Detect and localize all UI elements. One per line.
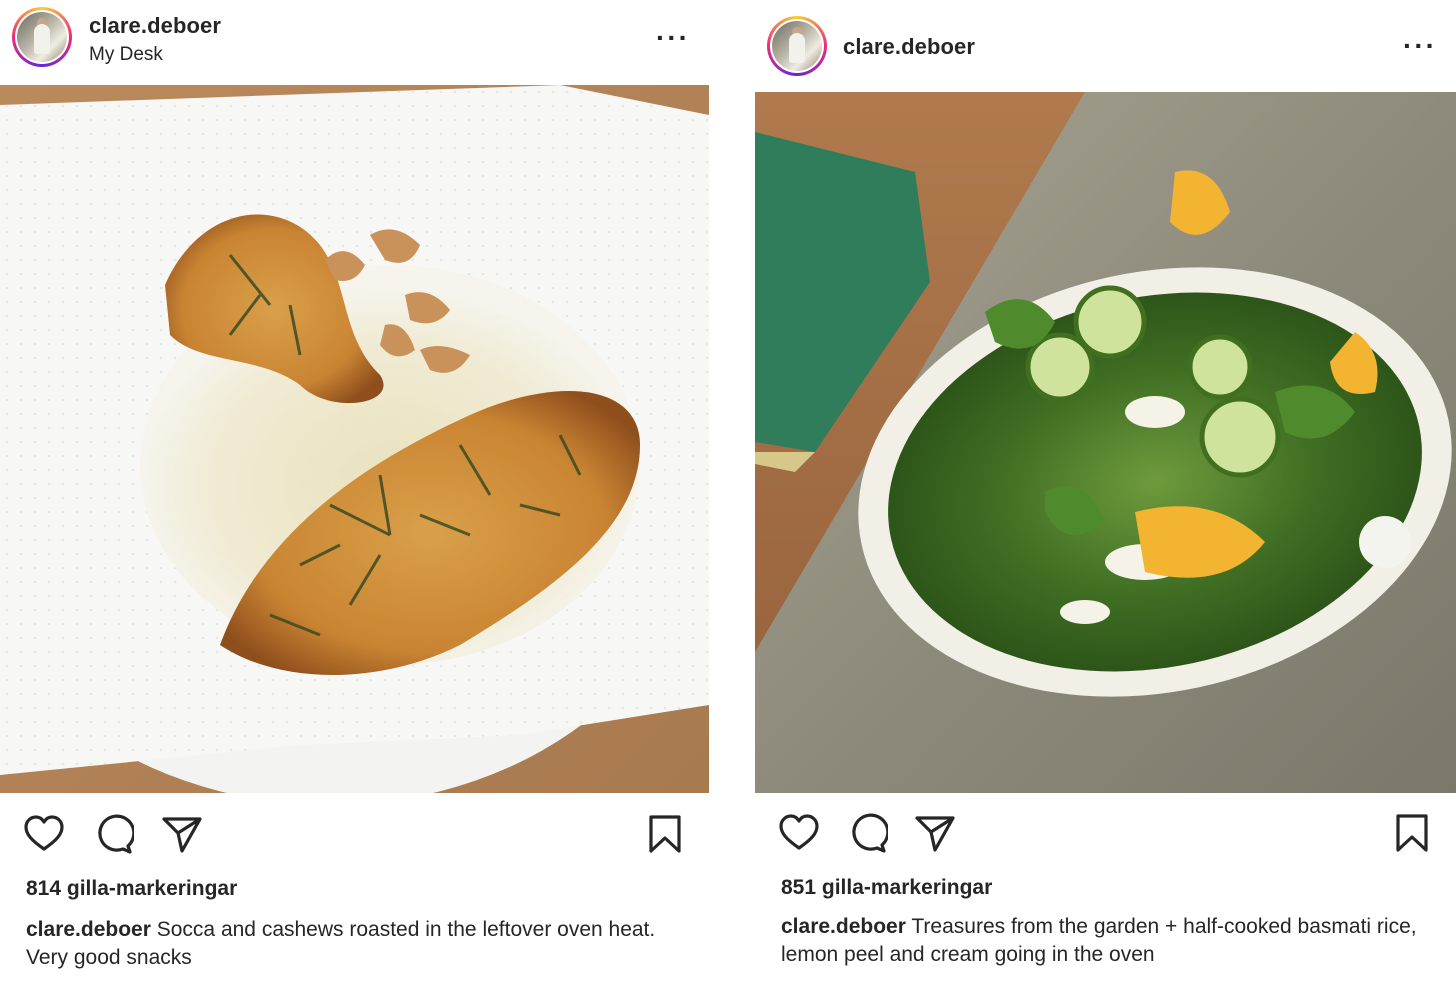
bookmark-icon[interactable] [1391,812,1433,854]
caption-username[interactable]: clare.deboer [781,915,906,938]
share-icon[interactable] [914,812,956,854]
post-username[interactable]: clare.deboer [89,13,221,39]
garden-salad-photo[interactable] [755,92,1456,793]
more-options-icon[interactable]: ··· [1403,32,1437,60]
post-caption: clare.deboer Socca and cashews roasted i… [26,916,676,972]
avatar-image [17,12,67,62]
post-username[interactable]: clare.deboer [843,34,975,60]
post-caption: clare.deboer Treasures from the garden +… [781,913,1421,969]
post-card: clare.deboer My Desk ··· 814 gilla-marke… [0,0,710,983]
comment-icon[interactable] [846,812,888,854]
like-count[interactable]: 851 gilla-markeringar [781,876,992,900]
share-icon[interactable] [161,813,203,855]
post-location[interactable]: My Desk [89,44,163,66]
like-count[interactable]: 814 gilla-markeringar [26,877,237,901]
avatar[interactable] [12,7,72,67]
post-card: clare.deboer ··· 851 gilla-markeringar c… [755,0,1456,983]
socca-cashews-photo[interactable] [0,85,709,793]
avatar-image [772,21,822,71]
caption-username[interactable]: clare.deboer [26,918,151,941]
bookmark-icon[interactable] [644,813,686,855]
heart-icon[interactable] [778,812,820,854]
more-options-icon[interactable]: ··· [656,24,690,52]
comment-icon[interactable] [92,813,134,855]
avatar[interactable] [767,16,827,76]
heart-icon[interactable] [23,813,65,855]
